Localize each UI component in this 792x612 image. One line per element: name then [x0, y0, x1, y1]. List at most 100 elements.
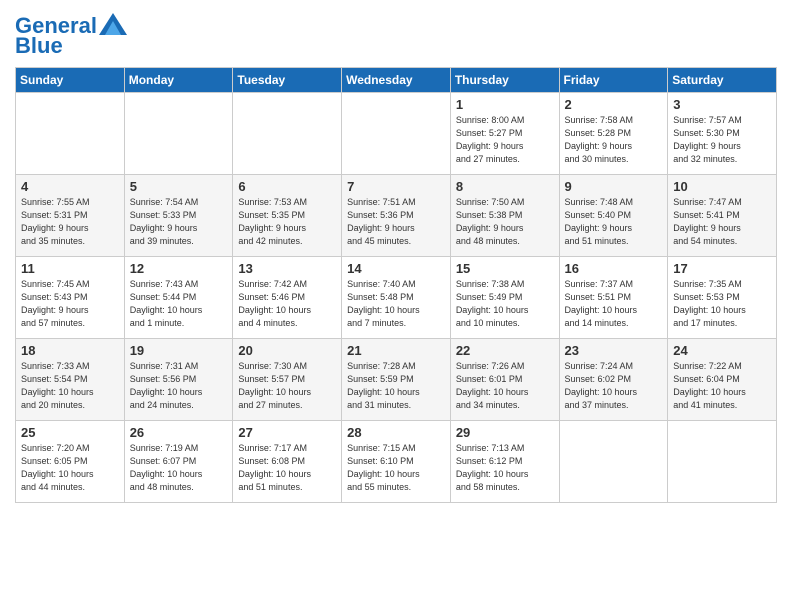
calendar-cell: 28 Sunrise: 7:15 AM Sunset: 6:10 PM Dayli… [342, 421, 451, 503]
day-info: Sunrise: 7:13 AM Sunset: 6:12 PM Dayligh… [456, 442, 554, 494]
day-info: Sunrise: 7:31 AM Sunset: 5:56 PM Dayligh… [130, 360, 228, 412]
calendar-week-row: 11 Sunrise: 7:45 AM Sunset: 5:43 PM Dayli… [16, 257, 777, 339]
day-number: 23 [565, 343, 663, 358]
calendar-cell: 6 Sunrise: 7:53 AM Sunset: 5:35 PM Daylig… [233, 175, 342, 257]
calendar-cell: 14 Sunrise: 7:40 AM Sunset: 5:48 PM Dayli… [342, 257, 451, 339]
calendar-cell: 26 Sunrise: 7:19 AM Sunset: 6:07 PM Dayli… [124, 421, 233, 503]
day-info: Sunrise: 7:30 AM Sunset: 5:57 PM Dayligh… [238, 360, 336, 412]
calendar-cell: 29 Sunrise: 7:13 AM Sunset: 6:12 PM Dayli… [450, 421, 559, 503]
calendar-week-row: 1 Sunrise: 8:00 AM Sunset: 5:27 PM Daylig… [16, 93, 777, 175]
calendar-cell: 12 Sunrise: 7:43 AM Sunset: 5:44 PM Dayli… [124, 257, 233, 339]
day-info: Sunrise: 7:57 AM Sunset: 5:30 PM Dayligh… [673, 114, 771, 166]
day-info: Sunrise: 7:28 AM Sunset: 5:59 PM Dayligh… [347, 360, 445, 412]
day-info: Sunrise: 7:53 AM Sunset: 5:35 PM Dayligh… [238, 196, 336, 248]
day-info: Sunrise: 7:37 AM Sunset: 5:51 PM Dayligh… [565, 278, 663, 330]
day-number: 5 [130, 179, 228, 194]
calendar-cell: 17 Sunrise: 7:35 AM Sunset: 5:53 PM Dayli… [668, 257, 777, 339]
day-number: 9 [565, 179, 663, 194]
day-number: 25 [21, 425, 119, 440]
calendar-week-row: 4 Sunrise: 7:55 AM Sunset: 5:31 PM Daylig… [16, 175, 777, 257]
column-header-friday: Friday [559, 68, 668, 93]
day-number: 26 [130, 425, 228, 440]
day-info: Sunrise: 7:55 AM Sunset: 5:31 PM Dayligh… [21, 196, 119, 248]
day-number: 13 [238, 261, 336, 276]
calendar-cell: 19 Sunrise: 7:31 AM Sunset: 5:56 PM Dayli… [124, 339, 233, 421]
calendar-header-row: SundayMondayTuesdayWednesdayThursdayFrid… [16, 68, 777, 93]
day-info: Sunrise: 7:51 AM Sunset: 5:36 PM Dayligh… [347, 196, 445, 248]
calendar-cell [16, 93, 125, 175]
calendar-cell: 13 Sunrise: 7:42 AM Sunset: 5:46 PM Dayli… [233, 257, 342, 339]
day-number: 19 [130, 343, 228, 358]
day-number: 7 [347, 179, 445, 194]
day-info: Sunrise: 7:33 AM Sunset: 5:54 PM Dayligh… [21, 360, 119, 412]
day-number: 10 [673, 179, 771, 194]
column-header-saturday: Saturday [668, 68, 777, 93]
calendar-cell: 2Sunrise: 7:58 AM Sunset: 5:28 PM Daylig… [559, 93, 668, 175]
day-number: 4 [21, 179, 119, 194]
day-number: 22 [456, 343, 554, 358]
calendar-cell: 11 Sunrise: 7:45 AM Sunset: 5:43 PM Dayli… [16, 257, 125, 339]
day-number: 24 [673, 343, 771, 358]
logo: General Blue [15, 15, 127, 59]
day-info: Sunrise: 7:58 AM Sunset: 5:28 PM Dayligh… [565, 114, 663, 166]
calendar-cell: 20 Sunrise: 7:30 AM Sunset: 5:57 PM Dayli… [233, 339, 342, 421]
calendar-cell: 4 Sunrise: 7:55 AM Sunset: 5:31 PM Daylig… [16, 175, 125, 257]
day-number: 21 [347, 343, 445, 358]
calendar-cell: 10 Sunrise: 7:47 AM Sunset: 5:41 PM Dayli… [668, 175, 777, 257]
calendar-cell: 5Sunrise: 7:54 AM Sunset: 5:33 PM Daylig… [124, 175, 233, 257]
day-info: Sunrise: 7:17 AM Sunset: 6:08 PM Dayligh… [238, 442, 336, 494]
day-number: 8 [456, 179, 554, 194]
calendar-cell: 18Sunrise: 7:33 AM Sunset: 5:54 PM Dayli… [16, 339, 125, 421]
calendar-cell [559, 421, 668, 503]
day-info: Sunrise: 7:47 AM Sunset: 5:41 PM Dayligh… [673, 196, 771, 248]
day-info: Sunrise: 7:20 AM Sunset: 6:05 PM Dayligh… [21, 442, 119, 494]
calendar-table: SundayMondayTuesdayWednesdayThursdayFrid… [15, 67, 777, 503]
calendar-week-row: 25 Sunrise: 7:20 AM Sunset: 6:05 PM Dayli… [16, 421, 777, 503]
day-number: 3 [673, 97, 771, 112]
calendar-cell: 15 Sunrise: 7:38 AM Sunset: 5:49 PM Dayli… [450, 257, 559, 339]
calendar-cell: 9 Sunrise: 7:48 AM Sunset: 5:40 PM Daylig… [559, 175, 668, 257]
calendar-week-row: 18Sunrise: 7:33 AM Sunset: 5:54 PM Dayli… [16, 339, 777, 421]
page-header: General Blue [15, 10, 777, 59]
column-header-sunday: Sunday [16, 68, 125, 93]
day-info: Sunrise: 7:43 AM Sunset: 5:44 PM Dayligh… [130, 278, 228, 330]
calendar-cell: 24Sunrise: 7:22 AM Sunset: 6:04 PM Dayli… [668, 339, 777, 421]
column-header-thursday: Thursday [450, 68, 559, 93]
day-number: 6 [238, 179, 336, 194]
calendar-cell: 21 Sunrise: 7:28 AM Sunset: 5:59 PM Dayli… [342, 339, 451, 421]
day-info: Sunrise: 7:48 AM Sunset: 5:40 PM Dayligh… [565, 196, 663, 248]
column-header-tuesday: Tuesday [233, 68, 342, 93]
day-info: Sunrise: 7:26 AM Sunset: 6:01 PM Dayligh… [456, 360, 554, 412]
day-info: Sunrise: 7:42 AM Sunset: 5:46 PM Dayligh… [238, 278, 336, 330]
day-info: Sunrise: 7:15 AM Sunset: 6:10 PM Dayligh… [347, 442, 445, 494]
day-info: Sunrise: 8:00 AM Sunset: 5:27 PM Dayligh… [456, 114, 554, 166]
day-info: Sunrise: 7:35 AM Sunset: 5:53 PM Dayligh… [673, 278, 771, 330]
day-number: 12 [130, 261, 228, 276]
day-number: 15 [456, 261, 554, 276]
calendar-cell [124, 93, 233, 175]
day-info: Sunrise: 7:45 AM Sunset: 5:43 PM Dayligh… [21, 278, 119, 330]
logo-icon [99, 13, 127, 35]
day-info: Sunrise: 7:40 AM Sunset: 5:48 PM Dayligh… [347, 278, 445, 330]
calendar-cell: 7 Sunrise: 7:51 AM Sunset: 5:36 PM Daylig… [342, 175, 451, 257]
calendar-cell: 22 Sunrise: 7:26 AM Sunset: 6:01 PM Dayli… [450, 339, 559, 421]
calendar-cell: 16Sunrise: 7:37 AM Sunset: 5:51 PM Dayli… [559, 257, 668, 339]
day-number: 1 [456, 97, 554, 112]
day-number: 17 [673, 261, 771, 276]
calendar-cell [233, 93, 342, 175]
calendar-cell: 1 Sunrise: 8:00 AM Sunset: 5:27 PM Daylig… [450, 93, 559, 175]
day-number: 27 [238, 425, 336, 440]
day-number: 20 [238, 343, 336, 358]
day-info: Sunrise: 7:38 AM Sunset: 5:49 PM Dayligh… [456, 278, 554, 330]
day-number: 29 [456, 425, 554, 440]
calendar-cell: 23Sunrise: 7:24 AM Sunset: 6:02 PM Dayli… [559, 339, 668, 421]
calendar-cell: 25 Sunrise: 7:20 AM Sunset: 6:05 PM Dayli… [16, 421, 125, 503]
day-number: 11 [21, 261, 119, 276]
day-number: 28 [347, 425, 445, 440]
day-info: Sunrise: 7:50 AM Sunset: 5:38 PM Dayligh… [456, 196, 554, 248]
column-header-monday: Monday [124, 68, 233, 93]
day-info: Sunrise: 7:19 AM Sunset: 6:07 PM Dayligh… [130, 442, 228, 494]
day-number: 14 [347, 261, 445, 276]
column-header-wednesday: Wednesday [342, 68, 451, 93]
calendar-cell [342, 93, 451, 175]
